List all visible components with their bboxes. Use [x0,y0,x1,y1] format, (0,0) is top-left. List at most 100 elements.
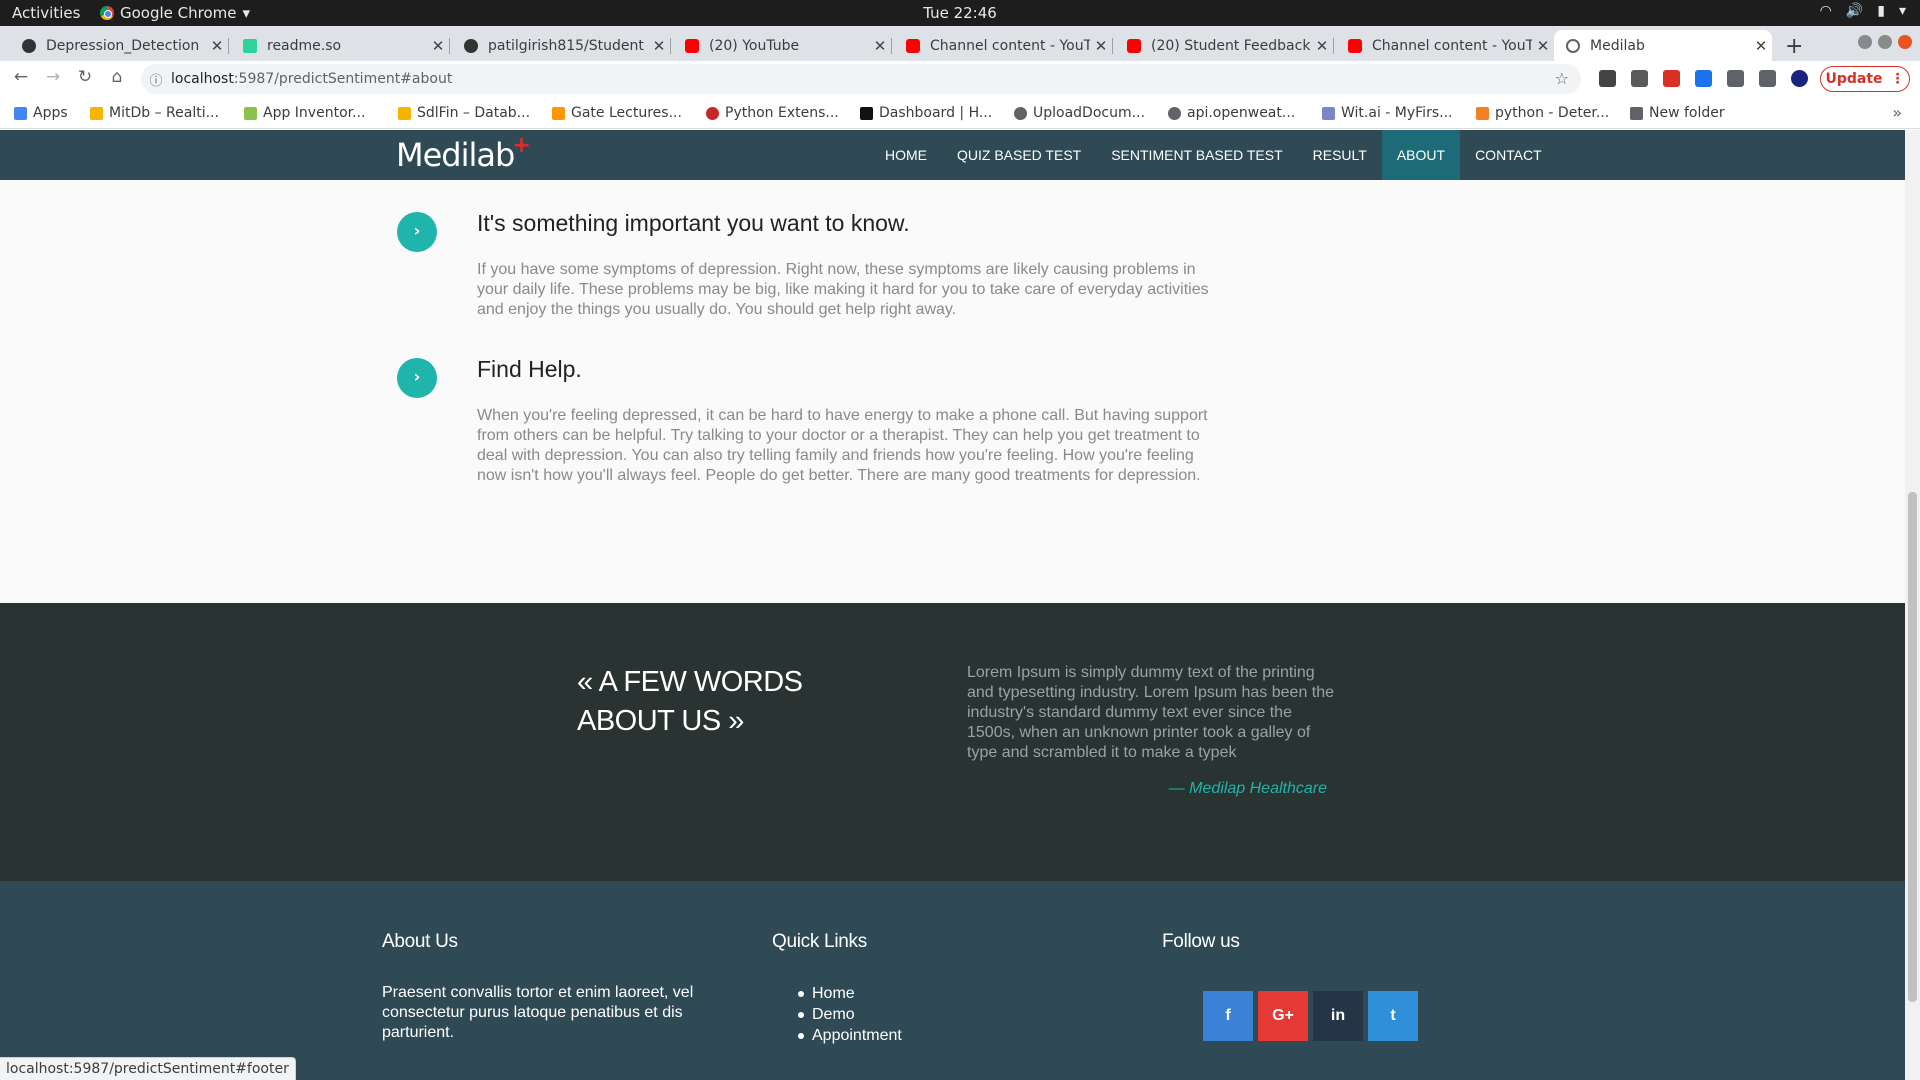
close-icon[interactable]: ✕ [1750,37,1772,55]
nav-contact[interactable]: CONTACT [1460,130,1557,180]
download-extension-icon[interactable] [1695,70,1712,87]
nav-quiz-based-test[interactable]: QUIZ BASED TEST [942,130,1096,180]
bookmark-favicon [1322,106,1335,120]
footer-link-home[interactable]: Home [798,983,902,1004]
close-icon[interactable]: ✕ [206,37,228,55]
nav-home[interactable]: HOME [870,130,942,180]
bookmark-item[interactable]: UploadDocum... [1014,105,1145,121]
footer-about-text: Praesent convallis tortor et enim laoree… [382,984,694,1041]
tab-active[interactable]: Medilab ✕ [1554,30,1772,61]
nav-sentiment-based-test[interactable]: SENTIMENT BASED TEST [1096,130,1297,180]
back-icon[interactable]: ← [9,67,33,87]
page-scrollbar[interactable] [1905,130,1920,1080]
twitter-icon[interactable]: t [1368,991,1418,1041]
bookmark-label: Wit.ai - MyFirs... [1341,105,1453,121]
info-icon[interactable]: ⓘ [141,70,171,89]
bookmark-item[interactable]: Wit.ai - MyFirs... [1322,105,1452,121]
bookmark-apps[interactable]: Apps [14,105,68,121]
bookmark-item[interactable]: api.openweat... [1168,105,1295,121]
facebook-icon[interactable]: f [1203,991,1253,1041]
bookmark-item[interactable]: python - Deter... [1476,105,1609,121]
selenium-extension-icon[interactable] [1631,70,1648,87]
close-icon[interactable]: ✕ [869,37,891,55]
site-logo[interactable]: Medilab+ [396,133,532,174]
bookmark-label: Dashboard | H... [879,105,993,121]
bookmark-label: UploadDocum... [1033,105,1145,121]
minimize-button[interactable] [1858,35,1872,49]
footer-quick-links: Quick Links Home Demo Appointment [772,931,902,1046]
tab[interactable]: (20) YouTube ✕ [673,30,892,61]
app-menu[interactable]: Google Chrome ▾ [100,4,250,22]
chevron-right-icon: › [397,358,437,398]
maximize-button[interactable] [1878,35,1892,49]
nav-result[interactable]: RESULT [1298,130,1382,180]
close-window-button[interactable] [1898,35,1912,49]
nav-about[interactable]: ABOUT [1381,130,1461,180]
reload-icon[interactable]: ↻ [73,67,97,87]
close-icon[interactable]: ✕ [1311,37,1333,55]
close-icon[interactable]: ✕ [1532,37,1554,55]
globe-icon [1168,106,1181,120]
about-quote-title: « A FEW WORDS ABOUT US » [577,663,803,741]
google-plus-icon[interactable]: G+ [1258,991,1308,1041]
close-icon[interactable]: ✕ [648,37,670,55]
tab[interactable]: (20) Student Feedback ✕ [1115,30,1334,61]
bookmark-label: SdlFin – Datab... [417,105,531,121]
extension-icon[interactable] [1599,70,1616,87]
url-host: localhost [171,71,234,87]
linkedin-icon[interactable]: in [1313,991,1363,1041]
logo-text: Medilab [396,136,515,174]
footer-links-title: Quick Links [772,931,867,952]
close-icon[interactable]: ✕ [1090,37,1112,55]
footer-follow: Follow us [1162,931,1240,983]
bookmark-star-icon[interactable]: ☆ [1555,69,1569,88]
more-bookmarks-icon[interactable]: » [1892,103,1902,122]
footer-link-appointment[interactable]: Appointment [798,1025,902,1046]
bookmark-item[interactable]: Python Extens... [706,105,839,121]
home-icon[interactable]: ⌂ [105,67,129,87]
footer-about-title: About Us [382,931,458,952]
activities-button[interactable]: Activities [12,4,80,22]
github-icon [22,38,36,53]
readme-icon [243,38,257,53]
puzzle-icon[interactable] [1727,70,1744,87]
window-controls [1858,35,1912,49]
reading-list-icon[interactable] [1759,70,1776,87]
youtube-icon [1348,38,1362,53]
tab[interactable]: readme.so ✕ [231,30,450,61]
bookmark-item[interactable]: Gate Lectures... [552,105,682,121]
bookmark-item[interactable]: SdlFin – Datab... [398,105,530,121]
bookmark-folder[interactable]: New folder [1630,105,1725,121]
close-icon[interactable]: ✕ [427,37,449,55]
url-path: :5987/predictSentiment#about [233,71,453,87]
tab[interactable]: patilgirish815/Student ✕ [452,30,671,61]
update-button[interactable]: Update ⋮ [1820,66,1910,92]
social-links: f G+ in t [1203,991,1418,1041]
clock[interactable]: Tue 22:46 [0,4,1920,22]
bookmark-favicon [860,106,873,120]
new-tab-button[interactable]: + [1785,34,1803,59]
site-navbar: Medilab+ HOME QUIZ BASED TEST SENTIMENT … [0,130,1905,180]
tab[interactable]: Channel content - YouT ✕ [1336,30,1554,61]
bookmark-item[interactable]: MitDb – Realti... [90,105,219,121]
forward-icon[interactable]: → [41,67,65,87]
address-bar[interactable]: ⓘ localhost:5987/predictSentiment#about … [141,64,1581,94]
tab-title: Channel content - YouT [1372,37,1532,54]
tab-title: patilgirish815/Student [488,37,644,54]
bookmark-item[interactable]: App Inventor... [244,105,365,121]
youtube-icon [906,38,920,53]
globe-icon [1566,38,1580,53]
avatar[interactable] [1791,70,1808,87]
tab[interactable]: Depression_Detection ✕ [10,30,229,61]
tab[interactable]: Channel content - YouT ✕ [894,30,1113,61]
footer-link-demo[interactable]: Demo [798,1004,902,1025]
bookmark-item[interactable]: Dashboard | H... [860,105,992,121]
feature-text: When you're feeling depressed, it can be… [477,407,1208,484]
scrollbar-thumb[interactable] [1908,492,1917,1002]
extension-icon[interactable] [1663,70,1680,87]
folder-icon [1630,106,1643,120]
tab-title: (20) YouTube [709,37,800,54]
footer-follow-title: Follow us [1162,931,1240,952]
system-tray[interactable]: ◠ 🔊 ▮ ▾ [1820,3,1906,19]
more-vert-icon: ⋮ [1890,71,1905,87]
